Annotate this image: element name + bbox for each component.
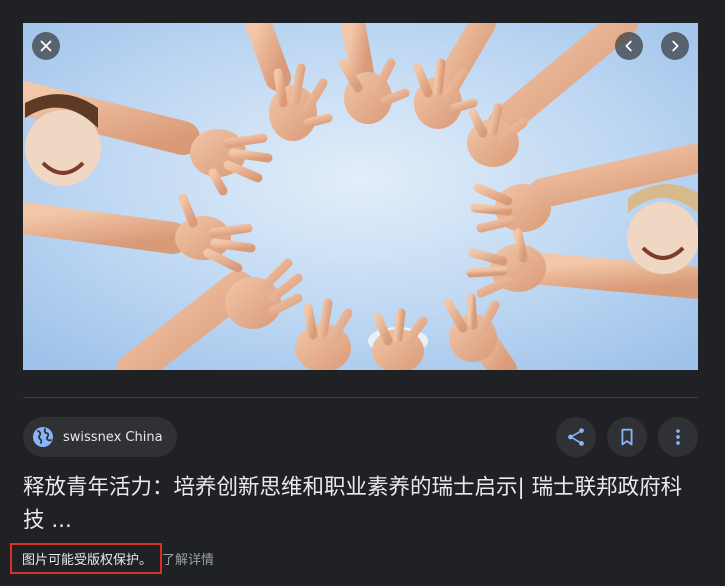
globe-icon bbox=[33, 427, 53, 447]
copyright-notice: 图片可能受版权保护。 bbox=[10, 542, 163, 574]
learn-more-link[interactable]: 了解详情 bbox=[162, 549, 214, 568]
next-image-button[interactable] bbox=[661, 32, 689, 60]
preview-image[interactable] bbox=[23, 23, 698, 370]
source-chip[interactable]: swissnex China bbox=[23, 417, 177, 457]
more-options-button[interactable] bbox=[658, 417, 698, 457]
share-icon bbox=[568, 428, 584, 446]
more-vert-icon bbox=[676, 429, 680, 445]
page-title-link[interactable]: 释放青年活力：培养创新思维和职业素养的瑞士启示| 瑞士联邦政府科技 ... bbox=[23, 471, 693, 537]
bookmark-icon bbox=[621, 428, 633, 446]
save-button[interactable] bbox=[607, 417, 647, 457]
chevron-left-icon bbox=[625, 40, 632, 52]
share-button[interactable] bbox=[556, 417, 596, 457]
divider bbox=[23, 397, 698, 398]
source-name: swissnex China bbox=[63, 429, 163, 445]
close-button[interactable] bbox=[32, 32, 60, 60]
hands-circle-photo bbox=[23, 23, 698, 370]
chevron-right-icon bbox=[672, 40, 679, 52]
copyright-row: 图片可能受版权保护。 了解详情 bbox=[10, 542, 214, 574]
previous-image-button[interactable] bbox=[615, 32, 643, 60]
close-icon bbox=[40, 40, 52, 52]
